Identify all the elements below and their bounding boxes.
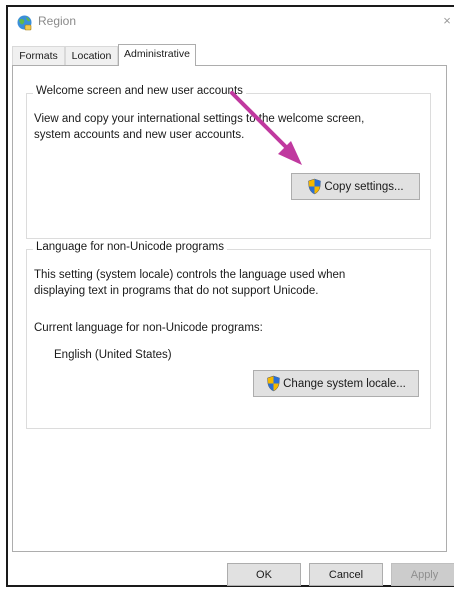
tab-strip: Formats Location Administrative bbox=[12, 44, 454, 66]
change-system-locale-button[interactable]: Change system locale... bbox=[253, 370, 419, 397]
window-title: Region bbox=[38, 14, 77, 28]
welcome-screen-group: Welcome screen and new user accounts Vie… bbox=[26, 85, 431, 239]
region-dialog: Region × Formats Location Administrative… bbox=[6, 5, 454, 587]
non-unicode-group: Language for non-Unicode programs This s… bbox=[26, 241, 431, 429]
tab-location[interactable]: Location bbox=[65, 46, 118, 65]
locale-description-line2: displaying text in programs that do not … bbox=[34, 285, 319, 297]
current-language-value: English (United States) bbox=[54, 349, 172, 361]
ok-button[interactable]: OK bbox=[227, 563, 301, 586]
welcome-description-line1: View and copy your international setting… bbox=[34, 113, 365, 125]
copy-settings-label: Copy settings... bbox=[324, 180, 404, 193]
welcome-group-legend: Welcome screen and new user accounts bbox=[33, 85, 246, 97]
uac-shield-icon bbox=[308, 178, 322, 195]
tab-administrative[interactable]: Administrative bbox=[118, 44, 196, 66]
change-system-locale-label: Change system locale... bbox=[283, 377, 406, 390]
administrative-tab-panel: Welcome screen and new user accounts Vie… bbox=[12, 65, 447, 552]
locale-description-line1: This setting (system locale) controls th… bbox=[34, 269, 346, 281]
apply-button: Apply bbox=[391, 563, 454, 586]
tab-formats[interactable]: Formats bbox=[12, 46, 65, 65]
globe-icon bbox=[17, 15, 32, 31]
close-button[interactable]: × bbox=[440, 12, 454, 30]
cancel-button[interactable]: Cancel bbox=[309, 563, 383, 586]
welcome-description-line2: system accounts and new user accounts. bbox=[34, 129, 245, 141]
title-bar[interactable]: Region × bbox=[8, 7, 454, 37]
non-unicode-group-legend: Language for non-Unicode programs bbox=[33, 241, 227, 253]
copy-settings-button[interactable]: Copy settings... bbox=[291, 173, 420, 200]
current-language-label: Current language for non-Unicode program… bbox=[34, 322, 263, 334]
uac-shield-icon bbox=[267, 375, 280, 392]
